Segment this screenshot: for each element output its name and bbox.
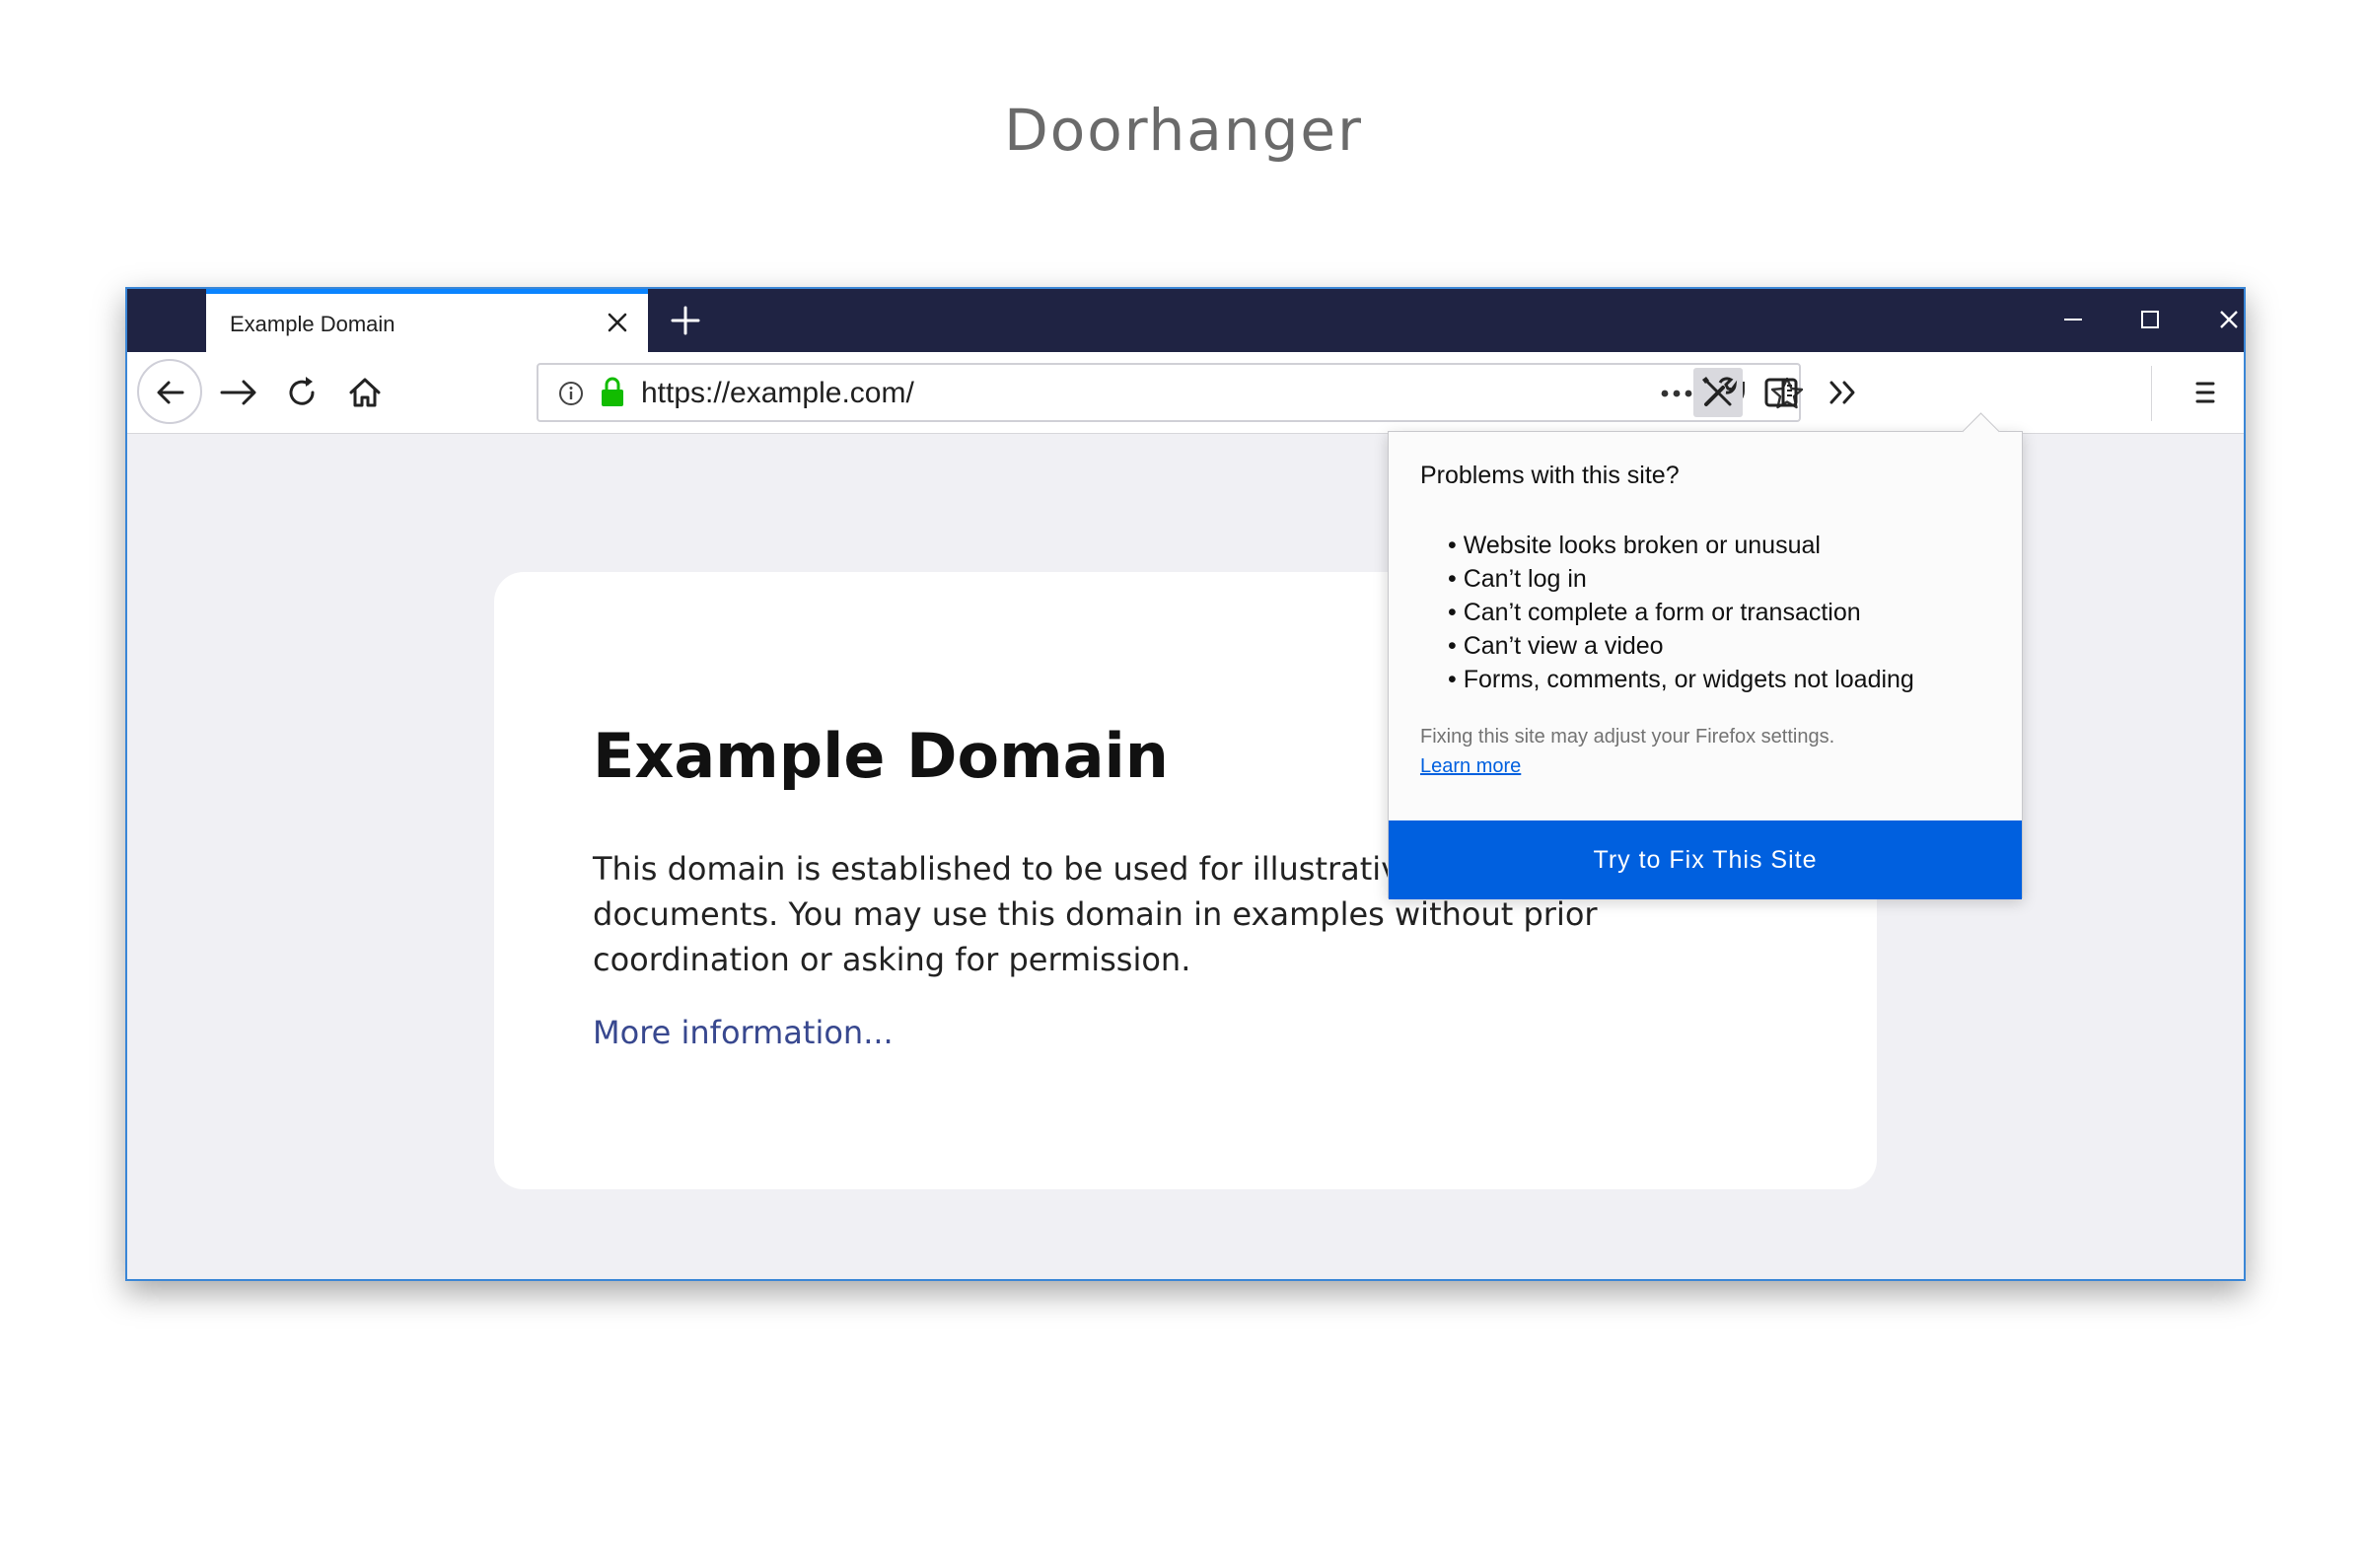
list-item: Can’t complete a form or transaction (1448, 596, 1914, 629)
url-bar[interactable]: https://example.com/ (537, 363, 1804, 422)
close-icon[interactable] (605, 310, 630, 335)
sidebar-button[interactable] (1757, 368, 1806, 417)
doorhanger-heading: Problems with this site? (1420, 462, 1680, 489)
list-item: Can’t view a video (1448, 629, 1914, 663)
hamburger-menu-icon (2195, 382, 2215, 403)
page-heading: Doorhanger (1004, 97, 1363, 164)
overflow-icon (1829, 381, 1855, 404)
overflow-button[interactable] (1820, 368, 1869, 417)
doorhanger-note: Fixing this site may adjust your Firefox… (1420, 726, 1835, 748)
info-icon[interactable] (556, 379, 586, 413)
issue-list: Website looks broken or unusual Can’t lo… (1448, 529, 1914, 696)
forward-arrow-icon (220, 380, 256, 405)
reload-button[interactable] (277, 368, 326, 417)
tab-example-domain[interactable]: Example Domain (206, 289, 648, 352)
lock-icon[interactable] (598, 376, 627, 414)
window-close-icon[interactable] (2214, 305, 2244, 334)
reload-icon (289, 377, 315, 405)
sidebar-icon (1764, 378, 1798, 407)
tab-title: Example Domain (230, 312, 395, 336)
navigation-toolbar: https://example.com/ (127, 352, 2244, 434)
menu-button[interactable] (2181, 368, 2230, 417)
toolbar-separator (2151, 366, 2152, 421)
page-title: Example Domain (593, 720, 1169, 792)
home-icon (349, 378, 381, 407)
list-item: Forms, comments, or widgets not loading (1448, 663, 1914, 696)
maximize-icon[interactable] (2135, 305, 2165, 334)
home-button[interactable] (340, 368, 390, 417)
tools-icon (1702, 377, 1738, 406)
more-information-link[interactable]: More information... (593, 1014, 894, 1051)
try-to-fix-button[interactable]: Try to Fix This Site (1389, 820, 2022, 899)
list-item: Can’t log in (1448, 562, 1914, 596)
ellipsis-icon[interactable] (1657, 379, 1696, 413)
browser-window: Example Domain https://example.com/ Exam… (125, 287, 2246, 1281)
back-arrow-icon (157, 381, 184, 404)
plus-icon[interactable] (668, 303, 703, 338)
title-bar: Example Domain (127, 289, 2244, 352)
minimize-icon[interactable] (2058, 305, 2088, 334)
back-button[interactable] (137, 359, 202, 424)
url-text[interactable]: https://example.com/ (641, 377, 914, 410)
forward-button[interactable] (214, 368, 263, 417)
list-item: Website looks broken or unusual (1448, 529, 1914, 562)
tools-button[interactable] (1693, 368, 1743, 417)
doorhanger-panel: Problems with this site? Website looks b… (1388, 412, 2023, 899)
learn-more-link[interactable]: Learn more (1420, 755, 1521, 778)
